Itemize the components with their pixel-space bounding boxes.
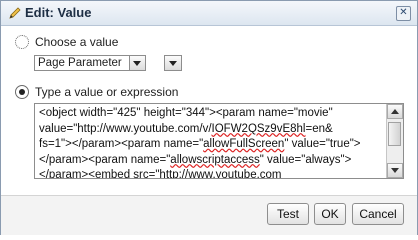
dialog-title: Edit: Value [25, 5, 92, 20]
scroll-up-icon[interactable] [387, 104, 403, 119]
dialog-titlebar: Edit: Value ✕ [1, 1, 417, 26]
type-value-radio[interactable] [15, 85, 29, 99]
choose-value-option[interactable]: Choose a value [15, 35, 118, 49]
test-button[interactable]: Test [267, 203, 309, 225]
ok-button[interactable]: OK [314, 203, 346, 225]
scroll-down-icon[interactable] [387, 163, 403, 178]
vertical-scrollbar[interactable] [386, 104, 403, 178]
parameter-value-select[interactable] [164, 55, 182, 71]
type-value-label: Type a value or expression [35, 85, 179, 99]
cancel-button[interactable]: Cancel [352, 203, 404, 225]
dialog-footer: Test OK Cancel [1, 195, 417, 235]
value-expression-textarea[interactable]: <object width="425" height="344"><param … [34, 103, 404, 179]
scroll-thumb[interactable] [388, 122, 401, 146]
pencil-icon [9, 7, 21, 19]
chevron-down-icon[interactable] [129, 56, 145, 70]
type-value-option[interactable]: Type a value or expression [15, 85, 178, 99]
parameter-type-value: Page Parameter [38, 57, 122, 69]
parameter-type-select[interactable]: Page Parameter [34, 55, 146, 71]
textarea-content: <object width="425" height="344"><param … [39, 107, 361, 179]
close-icon[interactable]: ✕ [396, 6, 411, 21]
choose-value-radio[interactable] [15, 35, 29, 49]
choose-value-label: Choose a value [35, 35, 119, 49]
edit-value-dialog: Edit: Value ✕ Choose a value Page Parame… [0, 0, 418, 235]
